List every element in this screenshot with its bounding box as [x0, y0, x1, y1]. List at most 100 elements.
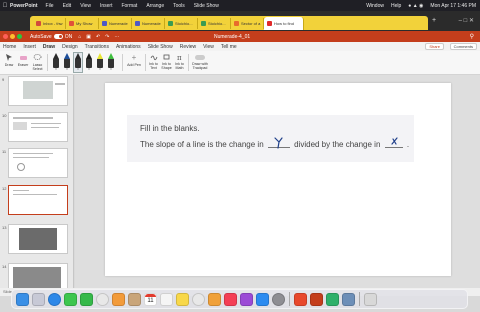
- tab-draw[interactable]: Draw: [42, 44, 56, 52]
- browser-tab[interactable]: Stoichio...: [198, 17, 231, 29]
- slide-thumbnail-panel[interactable]: 9 10 11 12 13 14: [0, 75, 74, 288]
- facetime-icon[interactable]: [80, 292, 93, 306]
- tab-view[interactable]: View: [203, 44, 214, 50]
- search-icon[interactable]: ⚲: [470, 33, 474, 40]
- undo-icon[interactable]: ↶: [96, 34, 100, 40]
- chevron-down-icon[interactable]: ▾: [52, 68, 60, 71]
- answer-blank-2[interactable]: [384, 137, 403, 148]
- add-pen-button[interactable]: + Add Pen: [126, 53, 142, 67]
- status-icons[interactable]: ● ▲ ◉: [408, 3, 423, 9]
- close-window-icon[interactable]: [3, 34, 8, 39]
- draw-with-trackpad-button[interactable]: Draw with Trackpad: [191, 53, 209, 70]
- launchpad-icon[interactable]: [32, 292, 45, 306]
- more-icon[interactable]: ···: [114, 34, 119, 40]
- webex-icon[interactable]: [326, 292, 339, 306]
- pen[interactable]: ▾: [96, 53, 104, 72]
- safari-icon[interactable]: [48, 292, 61, 306]
- tab-design[interactable]: Design: [62, 44, 78, 50]
- ink-to-shape-button[interactable]: Ink to Shape: [161, 53, 172, 70]
- ink-to-text-button[interactable]: Ink to Text: [148, 53, 159, 70]
- eraser-button[interactable]: Eraser: [17, 53, 29, 67]
- current-slide[interactable]: Fill in the blanks. The slope of a line …: [105, 83, 451, 276]
- answer-blank-1[interactable]: [267, 137, 290, 149]
- menu-tools[interactable]: Tools: [173, 3, 185, 9]
- messages-icon[interactable]: [64, 292, 77, 306]
- pen[interactable]: ▾: [52, 53, 60, 72]
- menubar-clock[interactable]: Mon Apr 17 1:46 PM: [430, 3, 476, 9]
- pen[interactable]: ▾: [85, 53, 93, 72]
- app-store-icon[interactable]: [256, 292, 269, 306]
- window-controls[interactable]: – □ ✕: [459, 17, 474, 24]
- autosave-control[interactable]: AutoSave ON: [30, 34, 72, 40]
- browser-tab[interactable]: Numerade: [132, 17, 165, 29]
- minimize-window-icon[interactable]: [10, 34, 15, 39]
- ink-to-math-button[interactable]: π Ink to Math: [174, 53, 185, 70]
- tab-review[interactable]: Review: [180, 44, 196, 50]
- microsoft-office-icon[interactable]: [294, 292, 307, 306]
- chevron-down-icon[interactable]: ▾: [63, 68, 71, 71]
- lasso-select-button[interactable]: Lasso Select: [31, 53, 44, 71]
- pen-selected[interactable]: ▾: [73, 52, 83, 73]
- tab-home[interactable]: Home: [3, 44, 16, 50]
- menu-insert[interactable]: Insert: [100, 3, 113, 9]
- menu-slide-show[interactable]: Slide Show: [194, 3, 219, 9]
- menu-format[interactable]: Format: [121, 3, 137, 9]
- pen[interactable]: ▾: [107, 53, 115, 72]
- finder-icon[interactable]: [16, 292, 29, 306]
- zoom-window-icon[interactable]: [17, 34, 22, 39]
- new-tab-icon[interactable]: +: [432, 17, 436, 24]
- notes-icon[interactable]: [176, 292, 189, 306]
- browser-tab[interactable]: Stoichio...: [165, 17, 198, 29]
- slide-thumbnail-selected[interactable]: 12: [0, 185, 73, 215]
- share-button[interactable]: Share: [425, 43, 444, 50]
- slide-editing-area[interactable]: Fill in the blanks. The slope of a line …: [75, 75, 480, 288]
- draw-button[interactable]: Draw: [3, 53, 15, 67]
- chevron-down-icon[interactable]: ▾: [74, 68, 82, 71]
- slide-thumbnail[interactable]: 11: [0, 148, 73, 178]
- slide-thumbnail[interactable]: 9: [0, 76, 73, 106]
- preview-icon[interactable]: [342, 292, 355, 306]
- menu-file[interactable]: File: [46, 3, 54, 9]
- question-text-box[interactable]: Fill in the blanks. The slope of a line …: [127, 115, 414, 162]
- chrome-2-icon[interactable]: [192, 292, 205, 306]
- calendar-icon[interactable]: 11: [144, 292, 157, 306]
- tab-slide-show[interactable]: Slide Show: [148, 44, 173, 50]
- slide-thumbnail[interactable]: 13: [0, 224, 73, 254]
- chevron-down-icon[interactable]: ▾: [85, 68, 93, 71]
- app-menu[interactable]: PowerPoint: [10, 3, 38, 9]
- menu-help[interactable]: Help: [391, 3, 401, 9]
- tab-animations[interactable]: Animations: [116, 44, 141, 50]
- browser-tab[interactable]: Sector of a: [231, 17, 264, 29]
- tab-transitions[interactable]: Transitions: [85, 44, 109, 50]
- photos-icon[interactable]: [112, 292, 125, 306]
- slide-thumbnail[interactable]: 14: [0, 263, 73, 288]
- browser-tab[interactable]: Inbox - thw: [33, 17, 66, 29]
- slide-thumbnail[interactable]: 10: [0, 112, 73, 142]
- menu-edit[interactable]: Edit: [63, 3, 72, 9]
- save-icon[interactable]: ▣: [86, 34, 91, 40]
- redo-icon[interactable]: ↷: [105, 34, 109, 40]
- system-preferences-icon[interactable]: [272, 292, 285, 306]
- browser-tab[interactable]: My Show: [66, 17, 99, 29]
- tab-tell-me[interactable]: Tell me: [221, 44, 237, 50]
- comments-button[interactable]: Comments: [449, 43, 477, 50]
- browser-tab[interactable]: Numerade: [99, 17, 132, 29]
- chevron-down-icon[interactable]: ▾: [107, 68, 115, 71]
- menu-arrange[interactable]: Arrange: [146, 3, 164, 9]
- podcasts-icon[interactable]: [240, 292, 253, 306]
- chrome-icon[interactable]: [96, 292, 109, 306]
- powerpoint-icon[interactable]: [310, 292, 323, 306]
- home-icon[interactable]: ⌂: [78, 34, 81, 40]
- pages-icon[interactable]: [208, 292, 221, 306]
- apple-icon[interactable]: : [0, 3, 10, 9]
- menu-window[interactable]: Window: [366, 3, 384, 9]
- browser-tab-active[interactable]: How to find: [264, 17, 304, 30]
- trash-icon[interactable]: [364, 292, 377, 306]
- menu-view[interactable]: View: [80, 3, 91, 9]
- reminders-icon[interactable]: [160, 292, 173, 306]
- tab-insert[interactable]: Insert: [23, 44, 36, 50]
- music-icon[interactable]: [224, 292, 237, 306]
- chevron-down-icon[interactable]: ▾: [96, 68, 104, 71]
- autosave-toggle[interactable]: [53, 34, 63, 39]
- pen[interactable]: ▾: [63, 53, 71, 72]
